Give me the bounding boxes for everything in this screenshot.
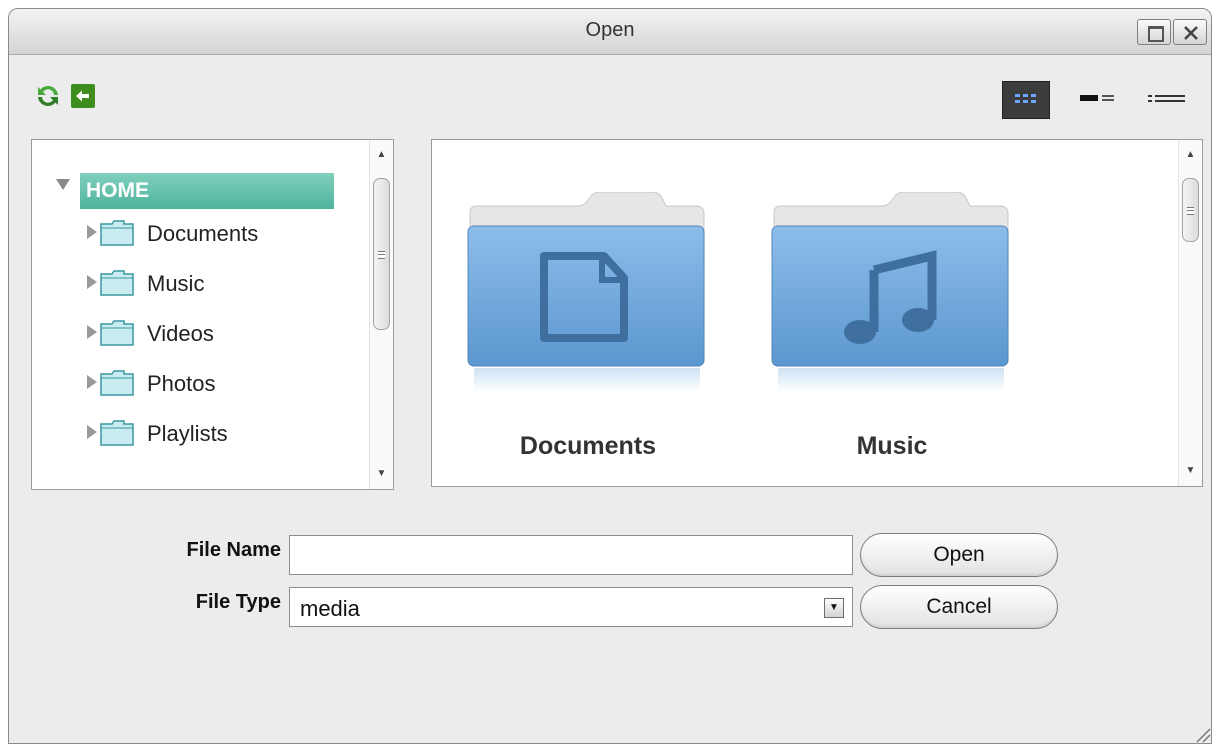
expanded-triangle-icon[interactable]	[56, 179, 70, 190]
dropdown-arrow-icon[interactable]: ▼	[824, 598, 844, 618]
tree-item-music[interactable]: Music	[87, 266, 337, 300]
scroll-down-arrow-icon[interactable]: ▼	[1179, 460, 1202, 482]
tree-root-label: HOME	[80, 173, 334, 209]
music-folder-icon	[771, 191, 1009, 392]
folder-item-music[interactable]: Music	[770, 191, 1014, 462]
file-type-select[interactable]: media ▼	[289, 587, 853, 627]
scroll-thumb[interactable]	[373, 178, 390, 330]
folder-icon	[100, 220, 134, 246]
folder-icon	[100, 420, 134, 446]
tree-item-label: Music	[147, 271, 205, 296]
file-name-input[interactable]	[289, 535, 853, 575]
open-dialog: Open HOME Documents Music Videos Photos …	[8, 8, 1212, 744]
list-view-icon[interactable]	[1143, 81, 1193, 119]
folder-icon	[100, 320, 134, 346]
title-bar[interactable]: Open	[9, 9, 1211, 55]
folder-tree[interactable]: HOME Documents Music Videos Photos Playl…	[31, 139, 394, 490]
detail-view-icon[interactable]	[1074, 81, 1124, 119]
tree-item-label: Photos	[147, 371, 216, 396]
scroll-up-arrow-icon[interactable]: ▲	[370, 144, 393, 166]
tree-item-videos[interactable]: Videos	[87, 316, 337, 350]
cancel-button[interactable]: Cancel	[860, 585, 1058, 629]
folder-icon	[100, 370, 134, 396]
resize-grip-icon[interactable]	[1189, 721, 1211, 743]
window-title: Open	[585, 19, 635, 41]
collapsed-triangle-icon[interactable]	[87, 275, 97, 289]
icons-view-icon[interactable]	[1002, 81, 1050, 119]
folder-item-documents[interactable]: Documents	[466, 191, 710, 462]
tree-item-playlists[interactable]: Playlists	[87, 416, 337, 450]
collapsed-triangle-icon[interactable]	[87, 225, 97, 239]
collapsed-triangle-icon[interactable]	[87, 375, 97, 389]
file-browser[interactable]: Documents Music ▲ ▼	[431, 139, 1203, 487]
back-icon[interactable]	[71, 84, 95, 108]
maximize-icon[interactable]	[1137, 19, 1171, 45]
browser-scrollbar[interactable]: ▲ ▼	[1178, 140, 1202, 486]
file-type-label: File Type	[195, 591, 281, 613]
open-button[interactable]: Open	[860, 533, 1058, 577]
file-type-value: media	[300, 596, 360, 621]
scroll-thumb[interactable]	[1182, 178, 1199, 242]
folder-item-label: Documents	[519, 432, 657, 460]
close-icon[interactable]	[1173, 19, 1207, 45]
scroll-up-arrow-icon[interactable]: ▲	[1179, 144, 1202, 166]
document-folder-icon	[467, 191, 705, 392]
folder-icon	[100, 270, 134, 296]
tree-item-label: Documents	[147, 221, 259, 246]
tree-item-label: Playlists	[147, 421, 228, 446]
refresh-icon[interactable]	[35, 83, 61, 109]
tree-scrollbar[interactable]: ▲ ▼	[369, 140, 393, 489]
tree-item-label: Videos	[147, 321, 214, 346]
collapsed-triangle-icon[interactable]	[87, 325, 97, 339]
tree-item-photos[interactable]: Photos	[87, 366, 337, 400]
tree-item-documents[interactable]: Documents	[87, 216, 337, 250]
folder-item-label: Music	[856, 432, 928, 460]
tree-root-home[interactable]: HOME	[56, 173, 334, 209]
collapsed-triangle-icon[interactable]	[87, 425, 97, 439]
file-name-label: File Name	[186, 539, 281, 561]
scroll-down-arrow-icon[interactable]: ▼	[370, 463, 393, 485]
